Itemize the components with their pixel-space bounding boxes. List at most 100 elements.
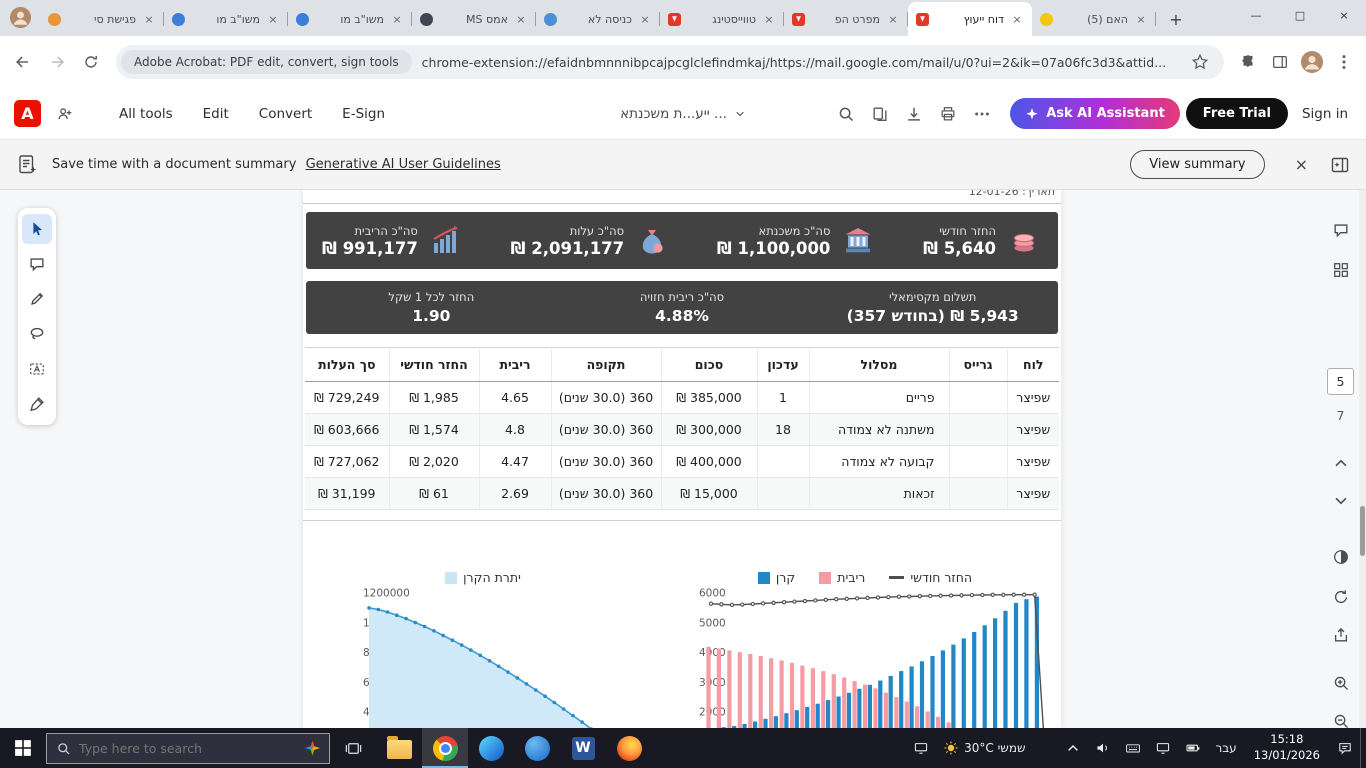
browser-tab-7[interactable]: מפרט הפ× <box>784 2 908 36</box>
table-cell <box>949 414 1007 446</box>
show-desktop-button[interactable] <box>1360 728 1366 768</box>
svg-text:3000: 3000 <box>699 677 726 689</box>
print-button[interactable] <box>934 100 962 128</box>
taskbar-search-input[interactable] <box>79 741 269 756</box>
tab-close-icon[interactable]: × <box>638 13 652 26</box>
ask-ai-assistant-button[interactable]: Ask AI Assistant <box>1010 98 1180 129</box>
more-tools-button[interactable] <box>968 100 996 128</box>
task-view-button[interactable] <box>330 728 376 768</box>
browser-tab-6[interactable]: טווייסטינג× <box>660 2 784 36</box>
weather-widget[interactable]: שמשי 30°C <box>936 728 1032 768</box>
browser-tab-3[interactable]: משו"ב מו× <box>288 2 412 36</box>
volume-button[interactable] <box>1088 728 1118 768</box>
ai-panel-icon[interactable] <box>1330 155 1350 175</box>
zoom-in-button[interactable] <box>1326 668 1356 698</box>
file-explorer-taskbar-button[interactable] <box>376 728 422 768</box>
zoom-out-button[interactable] <box>1326 706 1356 728</box>
tab-close-icon[interactable]: × <box>514 13 528 26</box>
print-icon <box>939 105 957 123</box>
new-tab-button[interactable]: + <box>1164 7 1188 31</box>
secondary-stat-value: 1.90 <box>412 307 450 325</box>
share-button[interactable] <box>51 100 79 128</box>
side-panel-button[interactable] <box>1266 48 1294 76</box>
tab-close-icon[interactable]: × <box>762 13 776 26</box>
network-button[interactable] <box>1148 728 1178 768</box>
menu-item-all-tools[interactable]: All tools <box>119 106 173 122</box>
tab-close-icon[interactable]: × <box>142 13 156 26</box>
draw-tool-button[interactable] <box>22 284 52 314</box>
loan-row-2: שפיצרמשתנה לא צמודה18300,000 ₪360 (30.0 … <box>305 414 1059 446</box>
banner-close-icon[interactable]: × <box>1277 155 1318 174</box>
browser-tab-1[interactable]: פגישת סי× <box>40 2 164 36</box>
find-button[interactable] <box>832 100 860 128</box>
back-button[interactable] <box>8 47 38 77</box>
text-box-tool-button[interactable] <box>22 354 52 384</box>
banner-link[interactable]: Generative AI User Guidelines <box>306 157 501 172</box>
tab-close-icon[interactable]: × <box>1010 13 1024 26</box>
free-trial-button[interactable]: Free Trial <box>1186 98 1288 129</box>
forward-button[interactable] <box>42 47 72 77</box>
window-minimize-button[interactable]: — <box>1234 0 1278 30</box>
reload-button[interactable] <box>76 47 106 77</box>
browser-menu-button[interactable] <box>1330 48 1358 76</box>
omnibox[interactable]: Adobe Acrobat: PDF edit, convert, sign t… <box>116 45 1224 79</box>
download-button[interactable] <box>900 100 928 128</box>
firefox-taskbar-button[interactable] <box>606 728 652 768</box>
tab-close-icon[interactable]: × <box>266 13 280 26</box>
start-button[interactable] <box>0 728 46 768</box>
acrobat-logo[interactable]: A <box>14 100 41 127</box>
rotate-page-button[interactable] <box>1326 582 1356 612</box>
tab-close-icon[interactable]: × <box>886 13 900 26</box>
scrollbar-thumb[interactable] <box>1360 506 1365 556</box>
select-tool-button[interactable] <box>22 214 52 244</box>
loan-row-1: שפיצרפריים1385,000 ₪360 (30.0 שנים)4.651… <box>305 382 1059 414</box>
comments-panel-button[interactable] <box>1326 215 1356 245</box>
chrome-taskbar-button[interactable] <box>422 728 468 768</box>
browser-tab-5[interactable]: כניסה לא× <box>536 2 660 36</box>
hidden-icons-button[interactable] <box>1058 728 1088 768</box>
current-page-indicator[interactable]: 5 <box>1327 368 1354 395</box>
clock[interactable]: 15:1813/01/2026 <box>1244 732 1330 763</box>
profile-button[interactable] <box>1298 48 1326 76</box>
tab-close-icon[interactable]: × <box>390 13 404 26</box>
tray-display-item[interactable] <box>906 728 936 768</box>
bookmark-button[interactable] <box>1186 48 1214 76</box>
extension-chip[interactable]: Adobe Acrobat: PDF edit, convert, sign t… <box>121 50 412 74</box>
table-cell: 360 (30.0 שנים) <box>551 478 661 510</box>
export-pdf-button[interactable] <box>1326 620 1356 650</box>
edge-taskbar-button[interactable] <box>468 728 514 768</box>
page-up-button[interactable] <box>1326 448 1356 478</box>
menu-item-e-sign[interactable]: E-Sign <box>342 106 385 122</box>
taskbar-search-box[interactable] <box>46 733 330 764</box>
menu-item-convert[interactable]: Convert <box>259 106 312 122</box>
table-cell: שפיצר <box>1007 414 1059 446</box>
signature-tool-button[interactable] <box>22 389 52 419</box>
view-summary-button[interactable]: View summary <box>1130 150 1264 179</box>
language-indicator[interactable]: עבר <box>1208 728 1243 768</box>
window-profile-avatar[interactable] <box>9 6 32 29</box>
thumbnails-panel-button[interactable] <box>1326 255 1356 285</box>
page-thumbnails-button[interactable] <box>866 100 894 128</box>
browser-tab-8[interactable]: דוח ייעוץ× <box>908 2 1032 36</box>
battery-button[interactable] <box>1178 728 1208 768</box>
extensions-button[interactable] <box>1234 48 1262 76</box>
browser-tab-2[interactable]: משו"ב מו× <box>164 2 288 36</box>
menu-item-edit[interactable]: Edit <box>203 106 229 122</box>
window-maximize-button[interactable]: □ <box>1278 0 1322 30</box>
vertical-scrollbar[interactable] <box>1359 190 1366 728</box>
browser-tab-9[interactable]: האם (5)× <box>1032 2 1156 36</box>
document-title[interactable]: ... ייע...ת משכנתא <box>620 106 746 122</box>
lasso-tool-button[interactable] <box>22 319 52 349</box>
display-settings-button[interactable] <box>1326 542 1356 572</box>
sign-in-link[interactable]: Sign in <box>1302 106 1348 122</box>
comment-tool-button[interactable] <box>22 249 52 279</box>
page-down-button[interactable] <box>1326 486 1356 516</box>
tab-close-icon[interactable]: × <box>1134 13 1148 26</box>
search-highlights-icon[interactable] <box>305 741 320 756</box>
browser-tab-4[interactable]: אמס MS× <box>412 2 536 36</box>
action-center-button[interactable] <box>1330 728 1360 768</box>
word-taskbar-button[interactable] <box>560 728 606 768</box>
app-blue-taskbar-button[interactable] <box>514 728 560 768</box>
touch-keyboard-button[interactable] <box>1118 728 1148 768</box>
window-close-button[interactable]: × <box>1322 0 1366 30</box>
